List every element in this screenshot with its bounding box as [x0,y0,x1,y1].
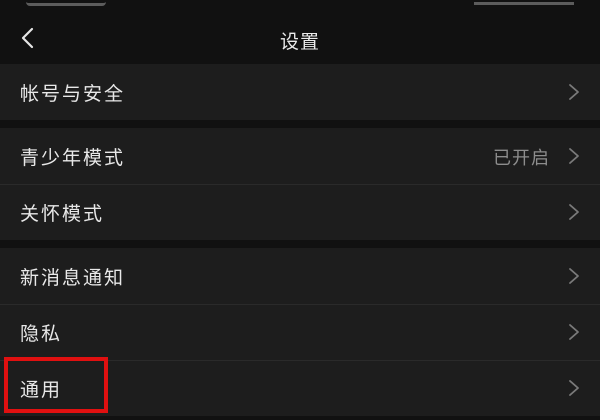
settings-header: 设置 [0,12,600,64]
chevron-right-icon [568,147,580,165]
settings-item-status: 已开启 [493,148,550,169]
status-bar-time [26,0,106,6]
settings-item-label: 关怀模式 [20,203,105,225]
settings-item-privacy[interactable]: 隐私 [0,304,600,360]
settings-item-label: 青少年模式 [20,147,126,169]
chevron-right-icon [568,267,580,285]
settings-group-account: 帐号与安全 [0,64,600,120]
settings-item-general[interactable]: 通用 [0,360,600,416]
settings-group-modes: 青少年模式 已开启 关怀模式 [0,128,600,240]
settings-item-label: 帐号与安全 [20,83,126,105]
settings-item-label: 隐私 [20,323,63,345]
settings-item-teen-mode[interactable]: 青少年模式 已开启 [0,128,600,184]
settings-item-notifications[interactable]: 新消息通知 [0,248,600,304]
status-bar [0,0,600,12]
settings-item-account-security[interactable]: 帐号与安全 [0,64,600,120]
status-bar-indicators [474,0,574,5]
chevron-right-icon [568,323,580,341]
chevron-right-icon [568,203,580,221]
settings-item-label: 新消息通知 [20,267,126,289]
settings-item-label: 通用 [20,379,63,401]
page-title: 设置 [279,31,320,53]
chevron-right-icon [568,379,580,397]
settings-item-care-mode[interactable]: 关怀模式 [0,184,600,240]
settings-group-general: 新消息通知 隐私 通用 [0,248,600,416]
chevron-right-icon [568,83,580,101]
